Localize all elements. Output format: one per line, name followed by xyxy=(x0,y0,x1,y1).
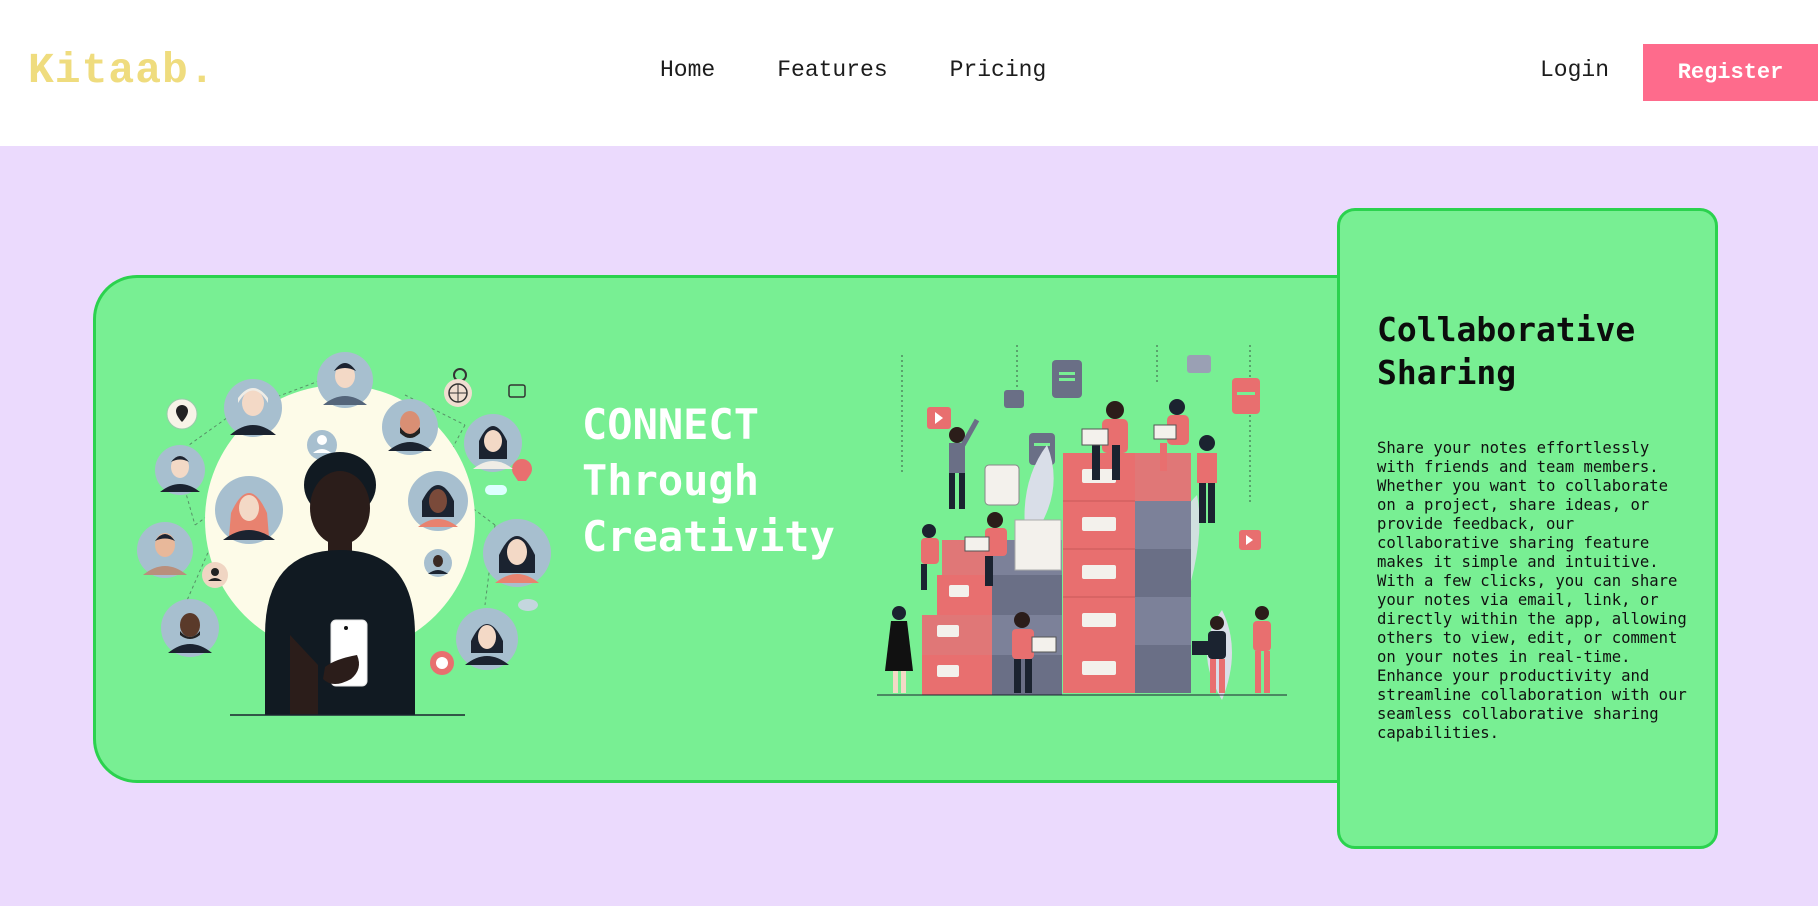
nav-home-link[interactable]: Home xyxy=(660,57,715,83)
nav-pricing-link[interactable]: Pricing xyxy=(950,57,1047,83)
register-button[interactable]: Register xyxy=(1643,44,1818,101)
feature-description: Share your notes effortlessly with frien… xyxy=(1377,439,1687,742)
navbar: Kitaab. Home Features Pricing Login Regi… xyxy=(0,0,1818,146)
headline-line-2: Through xyxy=(582,456,760,505)
main-nav: Home Features Pricing xyxy=(660,57,1108,83)
brand-logo[interactable]: Kitaab. xyxy=(28,46,216,95)
social-network-illustration xyxy=(137,352,551,716)
feature-title-line-2: Sharing xyxy=(1377,353,1517,392)
headline-line-1: CONNECT xyxy=(582,400,760,449)
nav-features-link[interactable]: Features xyxy=(777,57,887,83)
headline-line-3: Creativity xyxy=(582,512,835,561)
feature-title: Collaborative Sharing xyxy=(1377,308,1697,394)
login-link[interactable]: Login xyxy=(1540,57,1609,83)
team-filing-cabinets-illustration xyxy=(877,345,1287,700)
hero-headline: CONNECT Through Creativity xyxy=(582,397,882,565)
feature-title-line-1: Collaborative xyxy=(1377,310,1636,349)
